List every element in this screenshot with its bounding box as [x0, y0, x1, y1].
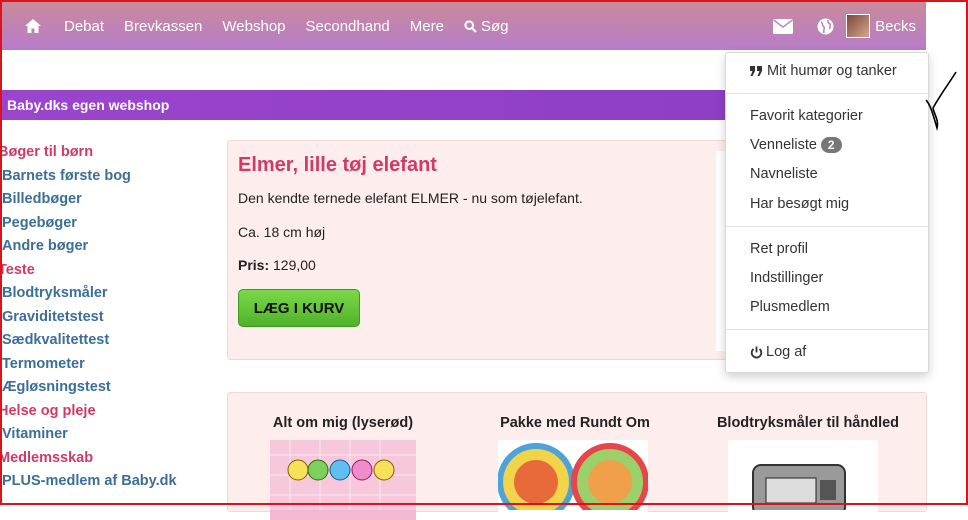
add-to-cart-button[interactable]: LÆG I KURV [238, 289, 360, 327]
menu-divider [726, 329, 928, 330]
menu-divider [726, 93, 928, 94]
sidebar-item-termometer[interactable]: Termometer [0, 353, 220, 377]
menu-item-names[interactable]: Navneliste [750, 166, 818, 182]
sidebar-item-helse-og-pleje[interactable]: Helse og pleje [0, 400, 220, 424]
sidebar-item-teste[interactable]: Teste [0, 259, 220, 283]
user-menu[interactable]: Becks [875, 18, 916, 35]
category-sidebar: Bøger til børn Barnets første bog Billed… [0, 141, 220, 494]
menu-item-favorites[interactable]: Favorit kategorier [750, 108, 863, 124]
product-description: Den kendte ternede elefant ELMER - nu so… [238, 190, 583, 206]
menu-item-friends-label: Venneliste [750, 137, 817, 153]
menu-item-edit-profile[interactable]: Ret profil [750, 241, 808, 257]
related-item-title[interactable]: Pakke med Rundt Om [490, 415, 660, 431]
sidebar-item-andre-boger[interactable]: Andre bøger [0, 235, 220, 259]
sidebar-item-blodtryksmaler[interactable]: Blodtryksmåler [0, 282, 220, 306]
sidebar-item-boger-til-born[interactable]: Bøger til børn [0, 141, 220, 165]
nav-mere[interactable]: Mere [410, 18, 444, 35]
nav-secondhand[interactable]: Secondhand [306, 18, 390, 35]
nav-webshop[interactable]: Webshop [222, 18, 285, 35]
related-item-title[interactable]: Blodtryksmåler til håndled [708, 415, 908, 431]
related-item-image[interactable] [728, 440, 878, 520]
menu-item-plus[interactable]: Plusmedlem [750, 299, 830, 315]
menu-divider [726, 226, 928, 227]
quote-icon [750, 65, 762, 76]
sidebar-item-billedboger[interactable]: Billedbøger [0, 188, 220, 212]
product-card: Elmer, lille tøj elefant Den kendte tern… [227, 140, 727, 360]
home-icon[interactable] [24, 16, 44, 36]
user-dropdown-menu: Mit humør og tanker Favorit kategorier V… [725, 52, 929, 373]
sidebar-item-barnets-forste-bog[interactable]: Barnets første bog [0, 165, 220, 189]
nav-search-label: Søg [480, 17, 509, 35]
product-size: Ca. 18 cm høj [238, 224, 326, 240]
sidebar-item-vitaminer[interactable]: Vitaminer [0, 423, 220, 447]
friends-count-badge: 2 [820, 137, 842, 153]
sidebar-item-aeglosningstest[interactable]: Ægløsningstest [0, 376, 220, 400]
sidebar-item-pegeboger[interactable]: Pegebøger [0, 212, 220, 236]
menu-item-mood[interactable]: Mit humør og tanker [750, 63, 897, 79]
envelope-icon[interactable] [773, 18, 794, 34]
related-item-image[interactable] [270, 440, 416, 520]
avatar[interactable] [846, 14, 871, 38]
product-title: Elmer, lille tøj elefant [238, 154, 437, 176]
related-products: Alt om mig (lyserød) Pakke med Rundt Om … [227, 392, 927, 520]
nav-right: Becks [761, 2, 916, 50]
related-item-image[interactable] [497, 440, 649, 520]
menu-item-friends[interactable]: Venneliste 2 [750, 137, 842, 153]
annotation-scribble [925, 71, 957, 132]
top-navbar: Debat Brevkassen Webshop Secondhand Mere… [2, 2, 926, 50]
sidebar-item-medlemsskab[interactable]: Medlemsskab [0, 447, 220, 471]
sidebar-item-saedkvalitettest[interactable]: Sædkvalitettest [0, 329, 220, 353]
sidebar-item-graviditetstest[interactable]: Graviditetstest [0, 306, 220, 330]
nav-debat[interactable]: Debat [64, 18, 104, 35]
search-icon [464, 19, 477, 33]
product-price: Pris: 129,00 [238, 257, 316, 273]
globe-icon[interactable] [817, 18, 834, 35]
sidebar-item-plus-medlem[interactable]: PLUS-medlem af Baby.dk [0, 470, 220, 494]
menu-item-mood-label: Mit humør og tanker [767, 63, 897, 79]
price-value: 129,00 [273, 257, 316, 273]
menu-item-settings[interactable]: Indstillinger [750, 270, 823, 286]
menu-item-logout[interactable]: Log af [750, 344, 806, 360]
nav-search[interactable]: Søg [464, 17, 509, 35]
related-item-title[interactable]: Alt om mig (lyserød) [268, 415, 418, 431]
menu-item-visited[interactable]: Har besøgt mig [750, 196, 849, 212]
nav-brevkassen[interactable]: Brevkassen [124, 18, 202, 35]
menu-item-logout-label: Log af [766, 344, 807, 360]
power-icon [750, 346, 763, 358]
price-label: Pris: [238, 257, 270, 273]
